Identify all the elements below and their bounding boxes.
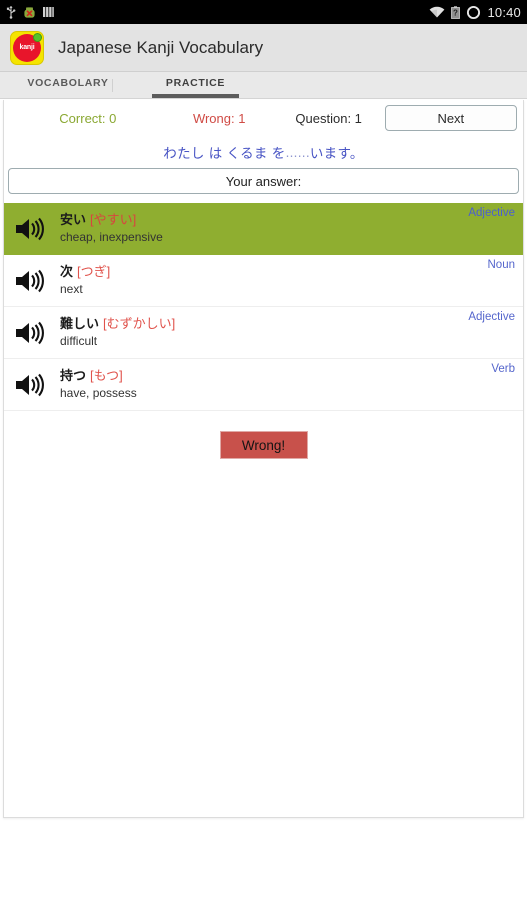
- signal-bars-icon: [43, 7, 54, 17]
- speaker-button[interactable]: [14, 216, 56, 242]
- vocabulary-row[interactable]: 安い [やすい] cheap, inexpensive Adjective: [4, 203, 523, 255]
- vocabulary-kanji: 持つ: [60, 368, 87, 383]
- status-bar-right-icons: ? 10:40: [429, 5, 521, 20]
- correct-count-label: Correct: 0: [59, 110, 117, 126]
- status-bar-left-icons: [6, 5, 54, 19]
- tab-bar: VOCABOLARY PRACTICE: [0, 72, 527, 99]
- wrong-count-label: Wrong: 1: [192, 110, 246, 126]
- vocabulary-text: 持つ [もつ] have, possess: [56, 368, 491, 401]
- question-number-label: Question: 1: [295, 110, 362, 126]
- vocabulary-text: 安い [やすい] cheap, inexpensive: [56, 212, 468, 245]
- speaker-button[interactable]: [14, 268, 56, 294]
- vocabulary-row[interactable]: 次 [つぎ] next Noun: [4, 255, 523, 307]
- app-title: Japanese Kanji Vocabulary: [58, 37, 264, 57]
- vocabulary-part-of-speech: Adjective: [468, 207, 515, 219]
- answer-input-wrapper: Your answer:: [4, 168, 523, 194]
- question-blank: ......: [285, 144, 310, 160]
- vocabulary-headword: 持つ [もつ]: [60, 368, 491, 384]
- tab-practice-indicator: [152, 94, 239, 98]
- vocabulary-row[interactable]: 難しい [むずかしい] difficult Adjective: [4, 307, 523, 359]
- unknown-battery-icon: ?: [451, 5, 461, 19]
- vocabulary-headword: 安い [やすい]: [60, 212, 468, 228]
- vocabulary-kana: [もつ]: [90, 368, 123, 383]
- vocabulary-meaning: cheap, inexpensive: [60, 230, 163, 244]
- speaker-button[interactable]: [14, 372, 56, 398]
- wifi-icon: [430, 6, 445, 18]
- next-button[interactable]: Next: [384, 105, 517, 131]
- tab-vocabolary[interactable]: VOCABOLARY: [12, 72, 124, 98]
- tab-practice-label: PRACTICE: [165, 77, 226, 89]
- speaker-icon: [16, 217, 44, 240]
- vocabulary-headword: 次 [つぎ]: [60, 264, 488, 280]
- vocabulary-meaning: have, possess: [60, 386, 137, 400]
- vocabulary-part-of-speech: Adjective: [468, 311, 515, 323]
- tab-vocabolary-label: VOCABOLARY: [27, 77, 109, 89]
- usb-icon: [6, 6, 16, 19]
- vocabulary-kana: [やすい]: [90, 212, 137, 227]
- status-bar-clock: 10:40: [487, 4, 521, 20]
- speaker-icon: [16, 269, 44, 292]
- question-sentence: わたし は くるま を ...... います。: [4, 136, 523, 168]
- vocabulary-row[interactable]: 持つ [もつ] have, possess Verb: [4, 359, 523, 411]
- app-logo-text: kanji: [19, 44, 35, 51]
- vocabulary-text: 難しい [むずかしい] difficult: [56, 316, 468, 349]
- result-wrong-button[interactable]: Wrong!: [219, 431, 308, 459]
- app-logo-icon: kanji: [10, 30, 44, 65]
- adb-icon: [24, 6, 35, 18]
- vocabulary-text: 次 [つぎ] next: [56, 264, 488, 297]
- speaker-icon: [16, 321, 44, 344]
- tab-practice[interactable]: PRACTICE: [148, 72, 243, 98]
- vocabulary-kana: [つぎ]: [77, 264, 111, 279]
- tab-divider: [112, 79, 113, 92]
- answer-input[interactable]: Your answer:: [8, 168, 519, 194]
- speaker-button[interactable]: [14, 320, 56, 346]
- vocabulary-part-of-speech: Verb: [491, 363, 515, 375]
- vocabulary-kanji: 安い: [60, 212, 87, 227]
- question-suffix: います。: [309, 146, 364, 161]
- score-row: Correct: 0 Wrong: 1 Question: 1 Next: [4, 100, 523, 136]
- vocabulary-headword: 難しい [むずかしい]: [60, 316, 468, 332]
- rotation-circle-icon: [467, 5, 481, 19]
- result-area: Wrong!: [4, 431, 523, 459]
- app-action-bar: kanji Japanese Kanji Vocabulary: [0, 24, 527, 72]
- vocabulary-kanji: 難しい: [60, 316, 100, 331]
- tab-vocabolary-indicator: [16, 94, 120, 98]
- question-prefix: わたし は くるま を: [163, 146, 286, 161]
- vocabulary-list: 安い [やすい] cheap, inexpensive Adjective 次 [つ…: [4, 203, 523, 411]
- vocabulary-part-of-speech: Noun: [487, 259, 516, 271]
- vocabulary-kanji: 次: [60, 264, 74, 279]
- vocabulary-meaning: next: [60, 282, 83, 296]
- vocabulary-kana: [むずかしい]: [103, 316, 176, 331]
- app-logo-badge-icon: [33, 32, 42, 42]
- speaker-icon: [16, 373, 44, 396]
- vocabulary-meaning: difficult: [60, 334, 98, 348]
- svg-text:?: ?: [453, 8, 458, 17]
- practice-content-card: Correct: 0 Wrong: 1 Question: 1 Next わたし…: [3, 100, 524, 818]
- android-status-bar: ? 10:40: [0, 0, 527, 24]
